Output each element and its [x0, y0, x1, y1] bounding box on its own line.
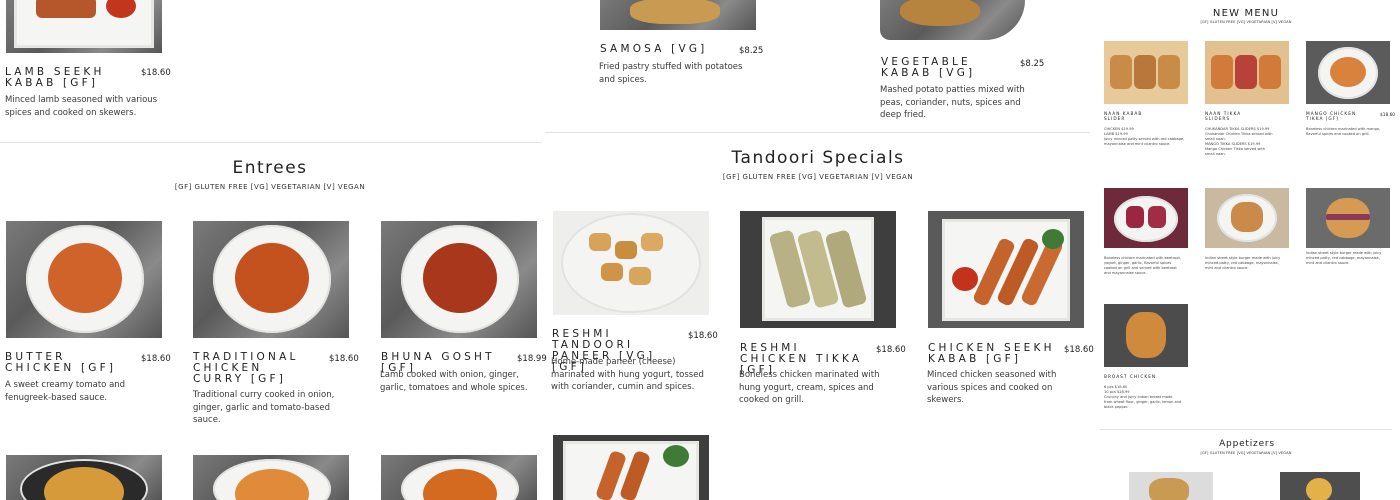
- appetizer-image: [1129, 472, 1213, 500]
- menu-item-price: $8.25: [739, 46, 764, 56]
- menu-item-desc: CHICKEN $19.99 LAMB $19.99 Juicy minced …: [1104, 127, 1185, 146]
- menu-item-name: Butter Chicken [GF]: [5, 351, 117, 374]
- reshmi-tandoori-paneer-image: [553, 211, 709, 315]
- menu-item-name: Traditional Chicken Curry [GF]: [193, 351, 299, 385]
- samosa-image: [600, 0, 756, 30]
- menu-item-desc: A sweet creamy tomato and fenugreek-base…: [5, 380, 126, 403]
- naan-tikka-sliders-image: [1205, 41, 1289, 104]
- entree-image: [193, 455, 349, 500]
- menu-item-desc: Boneless chicken marinated with beetroot…: [1104, 256, 1181, 275]
- menu-item-price: $18.60: [1380, 113, 1396, 118]
- menu-item-name: Lamb Seekh Kabab [GF]: [5, 66, 105, 89]
- vegetable-kabab-image: [880, 0, 1025, 40]
- reshmi-chicken-tikka-image: [740, 211, 896, 328]
- menu-item-price: $18.60: [688, 331, 718, 341]
- entree-image: [6, 455, 162, 500]
- menu-item-price: $8.25: [1020, 59, 1045, 69]
- menu-item-price: $18.60: [141, 68, 171, 78]
- naan-kabab-slider-image: [1104, 41, 1188, 104]
- section-divider: [0, 142, 542, 143]
- menu-item-desc: Indian street style burger made with jui…: [1205, 256, 1281, 270]
- menu-item-desc: Boneless chicken marinated with hung yog…: [739, 370, 880, 405]
- section-divider: [545, 132, 1090, 133]
- menu-item-desc: Lamb cooked with onion, ginger, garlic, …: [380, 370, 528, 393]
- chicken-seekh-kabab-image: [928, 211, 1084, 328]
- tandoori-image: [553, 435, 709, 500]
- menu-item-desc: Fried pastry stuffed with potatoes and s…: [599, 62, 743, 85]
- lamb-seekh-kabab-image: [6, 0, 162, 53]
- menu-item-desc: Mashed potato patties mixed with peas, c…: [880, 85, 1025, 120]
- menu-item-price: $18.60: [1064, 345, 1094, 355]
- mango-chicken-tikka-image: [1306, 41, 1390, 104]
- bhuna-gosht-image: [381, 221, 537, 338]
- menu-item-desc: Home-made paneer (cheese) marinated with…: [551, 357, 704, 392]
- menu-item-price: $18.99: [517, 354, 547, 364]
- section-title-tandoori: Tandoori Specials: [731, 148, 905, 168]
- section-subtitle: [GF] GLUTEN FREE [VG] VEGETARIAN [V] VEG…: [722, 173, 914, 181]
- menu-item-name: Naan Kabab Slider: [1104, 112, 1143, 122]
- burger-image: [1306, 188, 1390, 248]
- section-subtitle: [GF] GLUTEN FREE [VG] VEGETARIAN [V] VEG…: [1200, 451, 1292, 455]
- menu-item-name: Naan Tikka Sliders: [1205, 112, 1242, 122]
- broast-chicken-image: [1104, 304, 1188, 367]
- traditional-chicken-curry-image: [193, 221, 349, 338]
- menu-item-desc: Minced lamb seasoned with various spices…: [5, 95, 158, 118]
- menu-item-desc: CHUKANDAR TIKKA SLIDERS $19.99 Chukandar…: [1205, 127, 1273, 156]
- section-divider: [1100, 429, 1392, 430]
- menu-item-name: Chicken Seekh Kabab [GF]: [928, 342, 1055, 365]
- menu-item-price: $18.60: [876, 345, 906, 355]
- section-title-appetizers: Appetizers: [1219, 439, 1275, 449]
- appetizer-image: [1280, 472, 1360, 500]
- section-subtitle: [GF] GLUTEN FREE [VG] VEGETARIAN [V] VEG…: [174, 183, 366, 191]
- menu-item-desc: 6 pcs $18.60 10 pcs $28.99 Crunchy and j…: [1104, 385, 1182, 409]
- menu-item-name: Vegetable Kabab [VG]: [881, 56, 976, 79]
- menu-item-desc: Indian street style burger made with jui…: [1306, 251, 1382, 265]
- section-subtitle: [GF] GLUTEN FREE [VG] VEGETARIAN [V] VEG…: [1200, 20, 1292, 24]
- menu-item-name: Samosa [VG]: [600, 43, 708, 55]
- menu-item-price: $18.60: [329, 354, 359, 364]
- chukandar-chicken-tikka-image: [1104, 188, 1188, 248]
- menu-item-price: $18.60: [141, 354, 171, 364]
- menu-item-desc: Traditional curry cooked in onion, ginge…: [193, 390, 335, 425]
- butter-chicken-image: [6, 221, 162, 338]
- section-title-entrees: Entrees: [232, 158, 308, 178]
- menu-item-desc: Minced chicken seasoned with various spi…: [927, 370, 1057, 405]
- section-title-new-menu: NEW MENU: [1212, 8, 1280, 19]
- menu-item-name: Broast Chicken: [1104, 375, 1157, 380]
- burger-image: [1205, 188, 1289, 248]
- menu-item-name: Mango Chicken Tikka [GF]: [1306, 112, 1357, 122]
- menu-item-desc: Boneless chicken marinated with mango, f…: [1306, 127, 1381, 136]
- entree-image: [381, 455, 537, 500]
